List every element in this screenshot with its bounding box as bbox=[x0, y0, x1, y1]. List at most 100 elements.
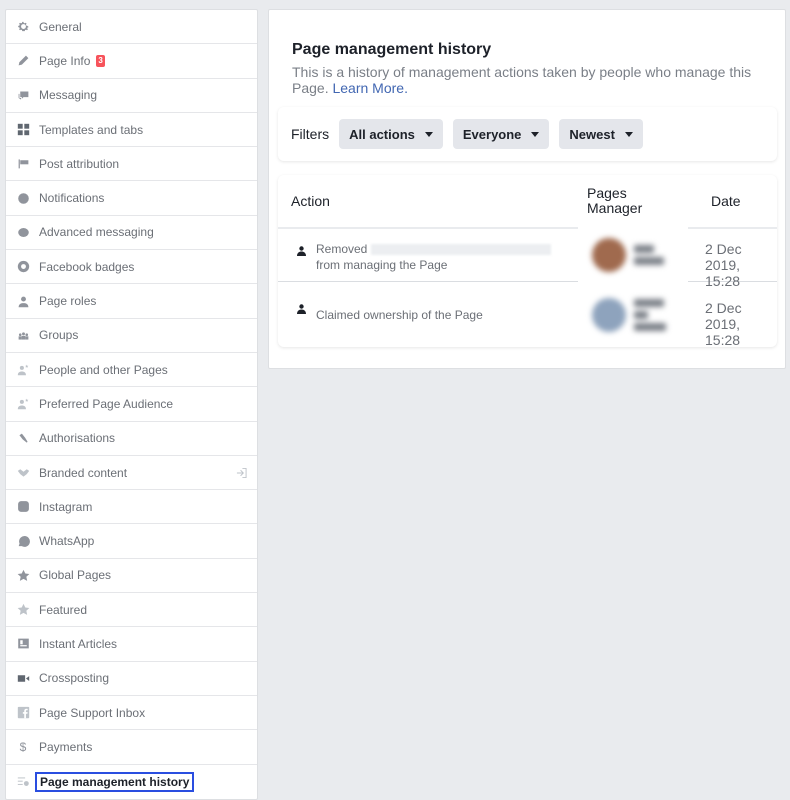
badge-icon bbox=[15, 259, 31, 275]
sidebar-item-label: Page roles bbox=[39, 294, 97, 309]
caret-down-icon bbox=[531, 131, 540, 137]
gear-icon bbox=[15, 19, 31, 35]
messenger-icon bbox=[15, 224, 31, 240]
action-text: Claimed ownership of the Page bbox=[316, 307, 483, 323]
redacted-name bbox=[370, 244, 551, 256]
sidebar-item-payments[interactable]: $ Payments bbox=[6, 730, 257, 765]
sidebar-item-label: Payments bbox=[39, 739, 93, 754]
action-text: Removed from managing the Page bbox=[316, 241, 551, 273]
sidebar-item-label: Groups bbox=[39, 328, 79, 343]
caret-down-icon bbox=[424, 131, 433, 137]
instagram-icon bbox=[15, 499, 31, 515]
sidebar-item-templates-and-tabs[interactable]: Templates and tabs bbox=[6, 113, 257, 148]
globe-icon bbox=[15, 190, 31, 206]
sidebar-item-general[interactable]: General bbox=[6, 10, 257, 45]
sidebar-item-label: Instant Articles bbox=[39, 636, 118, 651]
sidebar-item-notifications[interactable]: Notifications bbox=[6, 181, 257, 216]
learn-more-link[interactable]: Learn More. bbox=[332, 80, 407, 96]
sidebar-item-label: Branded content bbox=[39, 465, 128, 480]
column-header-line: Pages bbox=[587, 185, 627, 201]
sidebar-item-label: General bbox=[39, 19, 82, 34]
sidebar-item-label: Featured bbox=[39, 602, 88, 617]
history-table: Action Pages Manager Date Removed from m… bbox=[278, 175, 777, 348]
column-header-line: Manager bbox=[587, 200, 643, 216]
sidebar-item-label: Post attribution bbox=[39, 156, 120, 171]
date-line: 2 Dec 2019, bbox=[705, 241, 742, 273]
caret-down-icon bbox=[624, 131, 633, 137]
time-line: 15:28 bbox=[705, 332, 741, 348]
sidebar-item-page-info[interactable]: Page Info 3 bbox=[6, 44, 257, 79]
sidebar-item-page-support-inbox[interactable]: Page Support Inbox bbox=[6, 696, 257, 731]
filter-action-dropdown[interactable]: All actions bbox=[339, 119, 443, 149]
sidebar-item-authorisations[interactable]: Authorisations bbox=[6, 422, 257, 456]
person-star-icon bbox=[15, 362, 31, 378]
sidebar-item-branded-content[interactable]: Branded content bbox=[6, 456, 257, 491]
sidebar-item-advanced-messaging[interactable]: Advanced messaging bbox=[6, 216, 257, 251]
facebook-icon bbox=[15, 705, 31, 721]
manager-cell[interactable] bbox=[578, 223, 688, 287]
sidebar-item-label: Templates and tabs bbox=[39, 122, 144, 137]
page-title: Page management history bbox=[292, 41, 492, 58]
sidebar-item-label: Page Info bbox=[39, 53, 91, 68]
handshake-icon bbox=[15, 465, 31, 481]
filter-person-dropdown[interactable]: Everyone bbox=[452, 119, 550, 149]
sidebar-item-label: Instagram bbox=[39, 499, 93, 514]
action-verb: Removed bbox=[316, 242, 368, 256]
filter-person-label: Everyone bbox=[462, 126, 522, 142]
sidebar-item-label: People and other Pages bbox=[39, 362, 168, 377]
table-row: Removed from managing the Page 2 Dec 201… bbox=[278, 223, 777, 289]
table-row: Claimed ownership of the Page 2 Dec 2019… bbox=[278, 283, 777, 348]
sidebar-item-facebook-badges[interactable]: Facebook badges bbox=[6, 250, 257, 285]
flag-icon bbox=[15, 156, 31, 172]
sidebar-item-instant-articles[interactable]: Instant Articles bbox=[6, 627, 257, 662]
filter-sort-label: Newest bbox=[569, 126, 615, 142]
sidebar-item-page-roles[interactable]: Page roles bbox=[6, 284, 257, 319]
sidebar-item-groups[interactable]: Groups bbox=[6, 319, 257, 353]
filter-sort-dropdown[interactable]: Newest bbox=[559, 119, 643, 149]
wrench-icon bbox=[15, 430, 31, 446]
sidebar-item-label: Authorisations bbox=[39, 431, 116, 446]
whatsapp-icon bbox=[15, 533, 31, 549]
manager-cell[interactable] bbox=[578, 283, 688, 347]
sidebar-item-label: Page Support Inbox bbox=[39, 705, 146, 720]
person-icon bbox=[297, 243, 306, 256]
action-detail: from managing the Page bbox=[316, 258, 448, 272]
sidebar-item-messaging[interactable]: Messaging bbox=[6, 79, 257, 113]
sidebar-item-global-pages[interactable]: Global Pages bbox=[6, 559, 257, 594]
sidebar-item-label: Crossposting bbox=[39, 671, 110, 686]
grid-icon bbox=[15, 122, 31, 138]
person-star-icon bbox=[15, 396, 31, 412]
sidebar-item-label: WhatsApp bbox=[39, 534, 95, 549]
sidebar-item-label: Facebook badges bbox=[39, 259, 135, 274]
sidebar-item-instagram[interactable]: Instagram bbox=[6, 490, 257, 525]
page-management-history-panel: Page management history This is a histor… bbox=[268, 9, 786, 369]
notification-badge: 3 bbox=[96, 54, 105, 67]
pencil-icon bbox=[15, 53, 31, 69]
settings-sidebar: General Page Info 3 Messaging Templates … bbox=[5, 9, 258, 800]
date-text: 2 Dec 2019, 15:28 bbox=[705, 300, 777, 348]
date-text: 2 Dec 2019, 15:28 bbox=[705, 241, 777, 289]
sidebar-item-preferred-page-audience[interactable]: Preferred Page Audience bbox=[6, 387, 257, 422]
sidebar-item-label: Advanced messaging bbox=[39, 225, 154, 240]
sidebar-item-label: Notifications bbox=[39, 191, 105, 206]
sidebar-item-whatsapp[interactable]: WhatsApp bbox=[6, 524, 257, 559]
person-icon bbox=[297, 301, 306, 314]
redacted-manager-name bbox=[634, 299, 666, 331]
sidebar-item-label: Page management history bbox=[35, 771, 195, 792]
filter-action-label: All actions bbox=[349, 126, 415, 142]
column-header-date: Date bbox=[711, 193, 741, 209]
sidebar-item-crossposting[interactable]: Crossposting bbox=[6, 662, 257, 696]
sidebar-item-post-attribution[interactable]: Post attribution bbox=[6, 147, 257, 182]
sidebar-item-featured[interactable]: Featured bbox=[6, 593, 257, 628]
star-icon bbox=[15, 567, 31, 583]
page-description: This is a history of management actions … bbox=[292, 64, 772, 96]
column-header-action: Action bbox=[291, 193, 330, 209]
avatar bbox=[592, 298, 626, 332]
filters-bar: Filters All actions Everyone Newest bbox=[278, 107, 777, 161]
person-icon bbox=[15, 293, 31, 309]
sidebar-item-people-and-other-pages[interactable]: People and other Pages bbox=[6, 353, 257, 388]
video-camera-icon bbox=[15, 670, 31, 686]
external-link-icon[interactable] bbox=[236, 467, 247, 478]
sidebar-item-page-management-history[interactable]: Page management history bbox=[6, 765, 257, 799]
column-header-pages-manager: Pages Manager bbox=[587, 186, 642, 216]
